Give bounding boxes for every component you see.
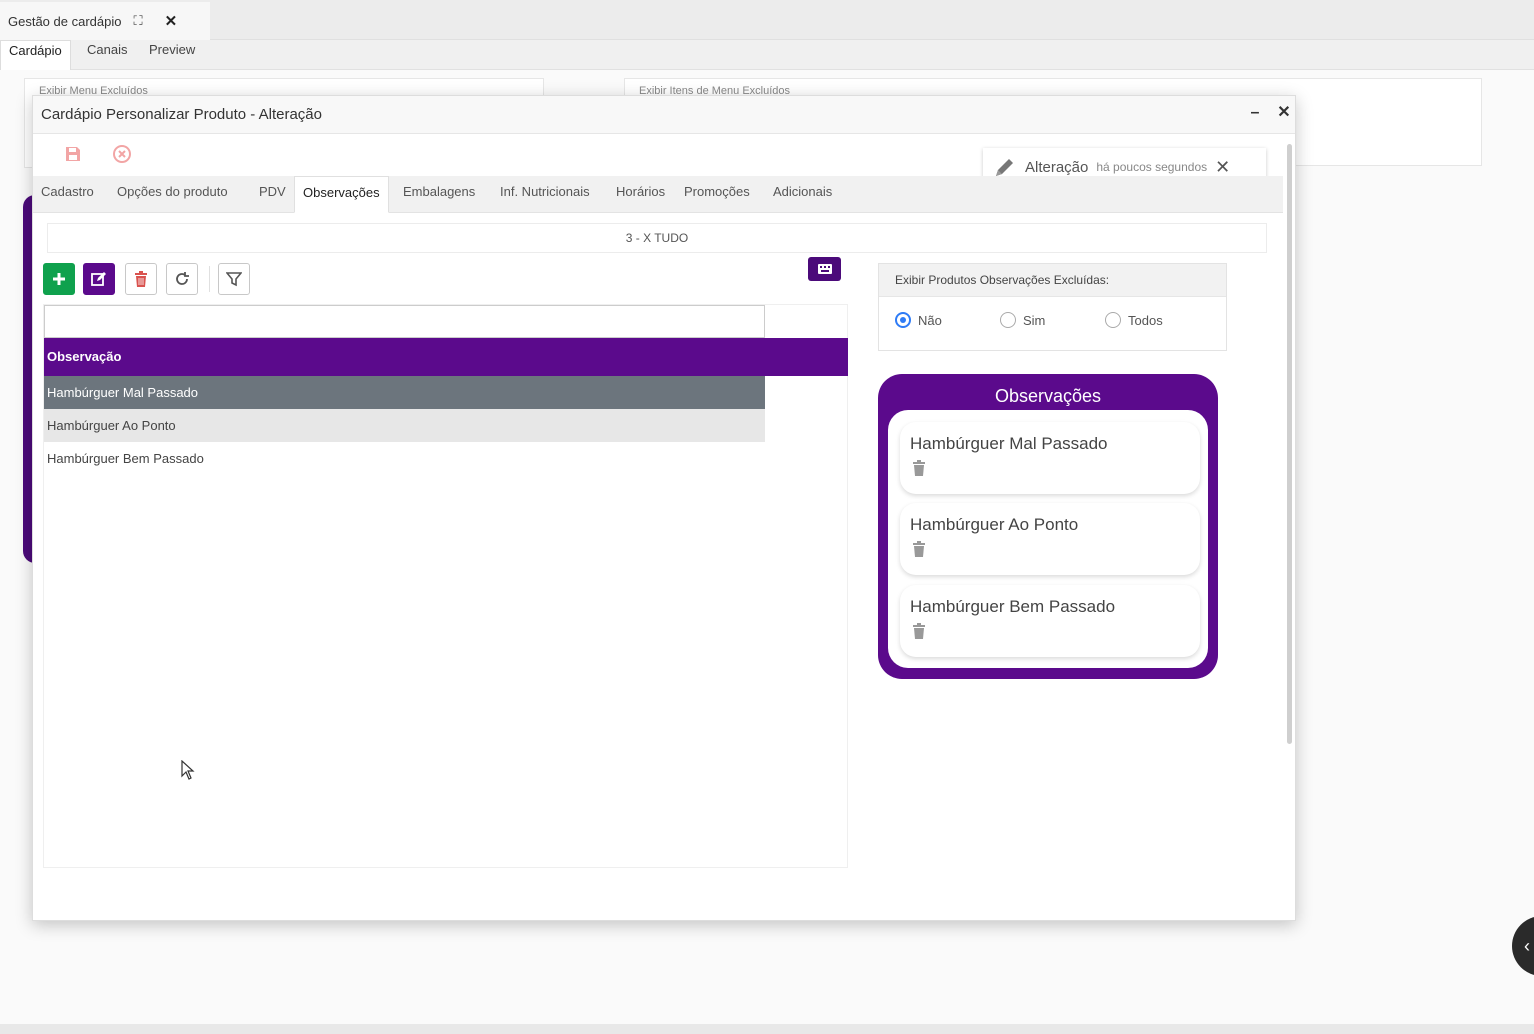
tab-observacoes[interactable]: Observações (294, 176, 389, 213)
add-button[interactable] (43, 263, 75, 295)
trash-icon[interactable] (912, 623, 926, 639)
radio-dot (1000, 312, 1016, 328)
minimize-button[interactable]: – (1245, 104, 1265, 126)
product-modal: Cardápio Personalizar Produto - Alteraçã… (32, 95, 1296, 921)
app-tabbar: Gestão de cardápio ⛶ ✕ (0, 0, 1534, 40)
notification-time: há poucos segundos (1096, 160, 1208, 174)
table-row[interactable]: Hambúrguer Ao Ponto (44, 409, 765, 442)
tab-inf-nutricionais[interactable]: Inf. Nutricionais (492, 176, 598, 213)
radio-dot (895, 312, 911, 328)
cancel-icon[interactable] (112, 144, 132, 164)
toolbar-divider (209, 266, 210, 292)
grid-filter-input[interactable] (44, 305, 765, 338)
tab-cadastro[interactable]: Cadastro (33, 176, 102, 213)
subtab-preview[interactable]: Preview (141, 40, 203, 70)
close-icon[interactable]: ✕ (165, 12, 178, 30)
tab-promocoes[interactable]: Promoções (676, 176, 758, 213)
modal-tabs: Cadastro Opções do produto PDV Observaçõ… (33, 176, 1283, 213)
observations-grid: Observação Hambúrguer Mal Passado Hambúr… (43, 304, 848, 868)
tab-opcoes-produto[interactable]: Opções do produto (109, 176, 236, 213)
observations-card-body: Hambúrguer Mal Passado Hambúrguer Ao Pon… (888, 410, 1208, 668)
edit-button[interactable] (83, 263, 115, 295)
observation-item: Hambúrguer Mal Passado (900, 422, 1200, 494)
edit-icon (91, 272, 106, 286)
observation-item-label: Hambúrguer Ao Ponto (910, 515, 1079, 534)
radio-label: Sim (1023, 312, 1046, 328)
trash-icon[interactable] (912, 460, 926, 476)
table-row[interactable]: Hambúrguer Bem Passado (44, 442, 765, 475)
tab-pdv[interactable]: PDV (251, 176, 294, 213)
observations-card: Observações Hambúrguer Mal Passado Hambú… (878, 374, 1218, 679)
observations-card-title: Observações (994, 386, 1102, 406)
trash-icon[interactable] (912, 541, 926, 557)
excluded-filter-box: Exibir Produtos Observações Excluídas: N… (878, 263, 1227, 351)
bottom-strip (0, 1024, 1534, 1034)
chevron-left-icon: ‹ (1524, 936, 1530, 956)
modal-close-button[interactable]: ✕ (1273, 102, 1295, 124)
save-icon[interactable] (63, 144, 83, 164)
radio-label: Não (918, 312, 942, 328)
filter-icon (226, 272, 242, 287)
tab-embalagens[interactable]: Embalagens (395, 176, 483, 213)
keyboard-icon (817, 264, 832, 274)
radio-label: Todos (1128, 312, 1163, 328)
excluded-filter-label: Exibir Produtos Observações Excluídas: (879, 264, 1226, 297)
observation-item-label: Hambúrguer Bem Passado (910, 597, 1116, 616)
notification-title: Alteração (1025, 158, 1089, 176)
filter-button[interactable] (218, 263, 250, 295)
tab-adicionais[interactable]: Adicionais (765, 176, 840, 213)
modal-header: Cardápio Personalizar Produto - Alteraçã… (33, 96, 1295, 134)
radio-dot (1105, 312, 1121, 328)
radio-todos[interactable]: Todos (1105, 312, 1163, 328)
observation-item: Hambúrguer Bem Passado (900, 585, 1200, 657)
radio-sim[interactable]: Sim (1000, 312, 1045, 328)
table-row[interactable]: Hambúrguer Mal Passado (44, 376, 765, 409)
app-tab-title: Gestão de cardápio (8, 13, 122, 29)
observation-item-label: Hambúrguer Mal Passado (910, 434, 1108, 453)
delete-button[interactable] (125, 263, 157, 295)
grid-header-observacao[interactable]: Observação (44, 338, 848, 376)
tab-horarios[interactable]: Horários (608, 176, 673, 213)
plus-icon (53, 273, 65, 285)
keyboard-button[interactable] (808, 257, 841, 281)
trash-icon (135, 271, 147, 287)
modal-scrollbar[interactable] (1287, 144, 1292, 744)
modal-title: Cardápio Personalizar Produto - Alteraçã… (41, 106, 322, 123)
refresh-icon (176, 272, 189, 285)
observation-item: Hambúrguer Ao Ponto (900, 503, 1200, 575)
notification-close-icon[interactable]: ✕ (1215, 157, 1230, 178)
subtab-canais[interactable]: Canais (79, 40, 135, 70)
app-subtabs: Cardápio Canais Preview (0, 40, 1534, 71)
refresh-button[interactable] (166, 263, 198, 295)
radio-nao[interactable]: Não (895, 312, 942, 328)
expand-icon[interactable]: ⛶ (133, 13, 142, 29)
mouse-cursor-icon (181, 760, 195, 780)
app-tab-gestao[interactable]: Gestão de cardápio ⛶ ✕ (0, 2, 210, 40)
subtab-cardapio[interactable]: Cardápio (0, 40, 71, 71)
product-name-bar: 3 - X TUDO (47, 223, 1267, 253)
